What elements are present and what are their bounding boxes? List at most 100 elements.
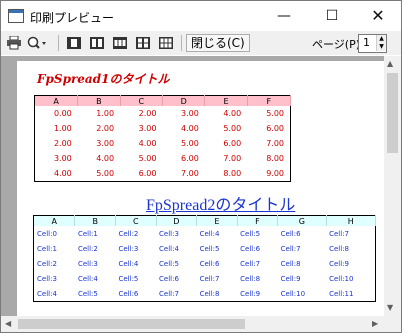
- printer-icon: [7, 36, 21, 50]
- table-cell: Cell:7: [199, 274, 220, 283]
- table-cell: Cell:9: [240, 289, 261, 298]
- table-row: 0.00 1.00 2.00 3.00 4.00 5.00: [35, 106, 291, 121]
- one-page-button[interactable]: [64, 34, 84, 52]
- table-cell: 0.00: [53, 109, 72, 118]
- table-cell: Cell:4: [118, 259, 139, 268]
- table-cell: 5.00: [96, 169, 115, 178]
- table-cell: 2.00: [53, 139, 72, 148]
- table-row: Cell:0 Cell:1 Cell:2 Cell:3 Cell:4 Cell:5 Cell…: [34, 226, 376, 241]
- table-row: 4.00 5.00 6.00 7.00 8.00 9.00: [35, 166, 291, 182]
- table-cell: Cell:8: [280, 259, 301, 268]
- scroll-right-icon[interactable]: ▶: [372, 319, 378, 328]
- horizontal-scroll-thumb[interactable]: [18, 319, 245, 329]
- table-cell: Cell:11: [329, 289, 354, 298]
- zoom-button[interactable]: [26, 34, 48, 52]
- one-page-icon: [67, 37, 81, 49]
- table-row: 2.00 3.00 4.00 5.00 6.00 7.00: [35, 136, 291, 151]
- table-cell: Cell:5: [77, 289, 98, 298]
- page-number-value: 1: [363, 36, 370, 49]
- column-header: F: [237, 215, 279, 226]
- table-cell: 5.00: [266, 109, 284, 118]
- table-cell: Cell:5: [118, 274, 139, 283]
- column-header: A: [34, 95, 79, 106]
- close-preview-label: 閉じる(C): [186, 34, 250, 52]
- magnifier-icon: [27, 36, 46, 49]
- table-cell: 6.00: [266, 124, 284, 133]
- vertical-scroll-thumb[interactable]: [387, 73, 398, 153]
- minimize-button[interactable]: —: [261, 1, 307, 31]
- scroll-left-icon[interactable]: ◀: [5, 319, 11, 328]
- table-cell: 3.00: [138, 124, 157, 133]
- sheet2-title: FpSpread2のタイトル: [146, 197, 296, 214]
- two-pages-icon: [90, 37, 104, 49]
- table-cell: Cell:2: [118, 229, 139, 238]
- table-cell: 4.00: [223, 109, 242, 118]
- table-cell: Cell:5: [199, 244, 220, 253]
- three-pages-button[interactable]: [110, 34, 130, 52]
- table-cell: 9.00: [266, 169, 284, 178]
- table-cell: 7.00: [266, 139, 284, 148]
- table-cell: Cell:7: [280, 244, 301, 253]
- table-cell: 3.00: [96, 139, 115, 148]
- column-header: B: [74, 215, 116, 226]
- four-pages-button[interactable]: [133, 34, 153, 52]
- table-cell: 1.00: [53, 124, 72, 133]
- table-cell: 6.00: [181, 154, 199, 163]
- spin-down-icon[interactable]: ▼: [376, 43, 386, 51]
- table-cell: 8.00: [223, 169, 242, 178]
- scroll-up-icon[interactable]: ▲: [387, 59, 393, 68]
- print-button[interactable]: [5, 34, 23, 52]
- column-header: A: [33, 215, 76, 226]
- sheet1-title: FpSpread1のタイトル: [37, 72, 170, 86]
- table-cell: 6.00: [223, 139, 242, 148]
- table-cell: 4.00: [138, 139, 157, 148]
- table-cell: 7.00: [181, 169, 199, 178]
- close-preview-button[interactable]: 閉じる(C): [186, 34, 250, 52]
- table-cell: 1.00: [96, 109, 115, 118]
- table-cell: 2.00: [96, 124, 115, 133]
- table-cell: Cell:1: [77, 229, 98, 238]
- table-cell: Cell:4: [159, 244, 179, 253]
- table-cell: Cell:2: [37, 259, 57, 268]
- scroll-down-icon[interactable]: ▼: [387, 303, 393, 312]
- column-header: F: [247, 95, 292, 106]
- table-cell: Cell:2: [77, 244, 98, 253]
- table-cell: 6.00: [138, 169, 157, 178]
- table-cell: Cell:6: [240, 244, 261, 253]
- page-number-spinner[interactable]: 1 ▲ ▼: [358, 34, 387, 53]
- maximize-button[interactable]: ☐: [309, 1, 355, 31]
- three-pages-icon: [113, 37, 127, 49]
- column-header: D: [156, 215, 198, 226]
- sheet1-table: ABCDEF 0.00 1.00 2.00 3.00 4.00 5.00 1.00 2.00 3…: [34, 95, 292, 182]
- table-row: 1.00 2.00 3.00 4.00 5.00 6.00: [35, 121, 291, 136]
- table-cell: Cell:6: [118, 289, 139, 298]
- table-cell: Cell:6: [199, 259, 220, 268]
- table-cell: Cell:3: [37, 274, 57, 283]
- spin-up-icon[interactable]: ▲: [376, 35, 386, 43]
- table-cell: Cell:4: [37, 289, 57, 298]
- column-header: E: [196, 215, 238, 226]
- table-cell: Cell:5: [159, 259, 179, 268]
- two-pages-button[interactable]: [87, 34, 107, 52]
- table-cell: 3.00: [181, 109, 199, 118]
- table-cell: 5.00: [138, 154, 157, 163]
- table-cell: 5.00: [181, 139, 199, 148]
- table-cell: Cell:5: [240, 229, 261, 238]
- title-bar: 印刷プレビュー — ☐ ✕: [1, 1, 401, 31]
- table-cell: Cell:6: [280, 229, 301, 238]
- six-pages-icon: [159, 37, 173, 49]
- table-cell: 4.00: [53, 169, 72, 178]
- table-row: Cell:2 Cell:3 Cell:4 Cell:5 Cell:6 Cell:7 Cell…: [34, 256, 376, 271]
- table-cell: Cell:7: [240, 259, 261, 268]
- four-pages-icon: [136, 37, 150, 49]
- table-cell: Cell:4: [77, 274, 98, 283]
- close-window-button[interactable]: ✕: [355, 1, 401, 31]
- table-cell: 4.00: [181, 124, 199, 133]
- six-pages-button[interactable]: [156, 34, 176, 52]
- table-cell: Cell:10: [329, 274, 354, 283]
- table-cell: Cell:1: [37, 244, 57, 253]
- table-cell: Cell:4: [199, 229, 220, 238]
- table-cell: Cell:3: [77, 259, 98, 268]
- page-label: ページ(P): [312, 38, 360, 51]
- table-cell: Cell:8: [329, 244, 350, 253]
